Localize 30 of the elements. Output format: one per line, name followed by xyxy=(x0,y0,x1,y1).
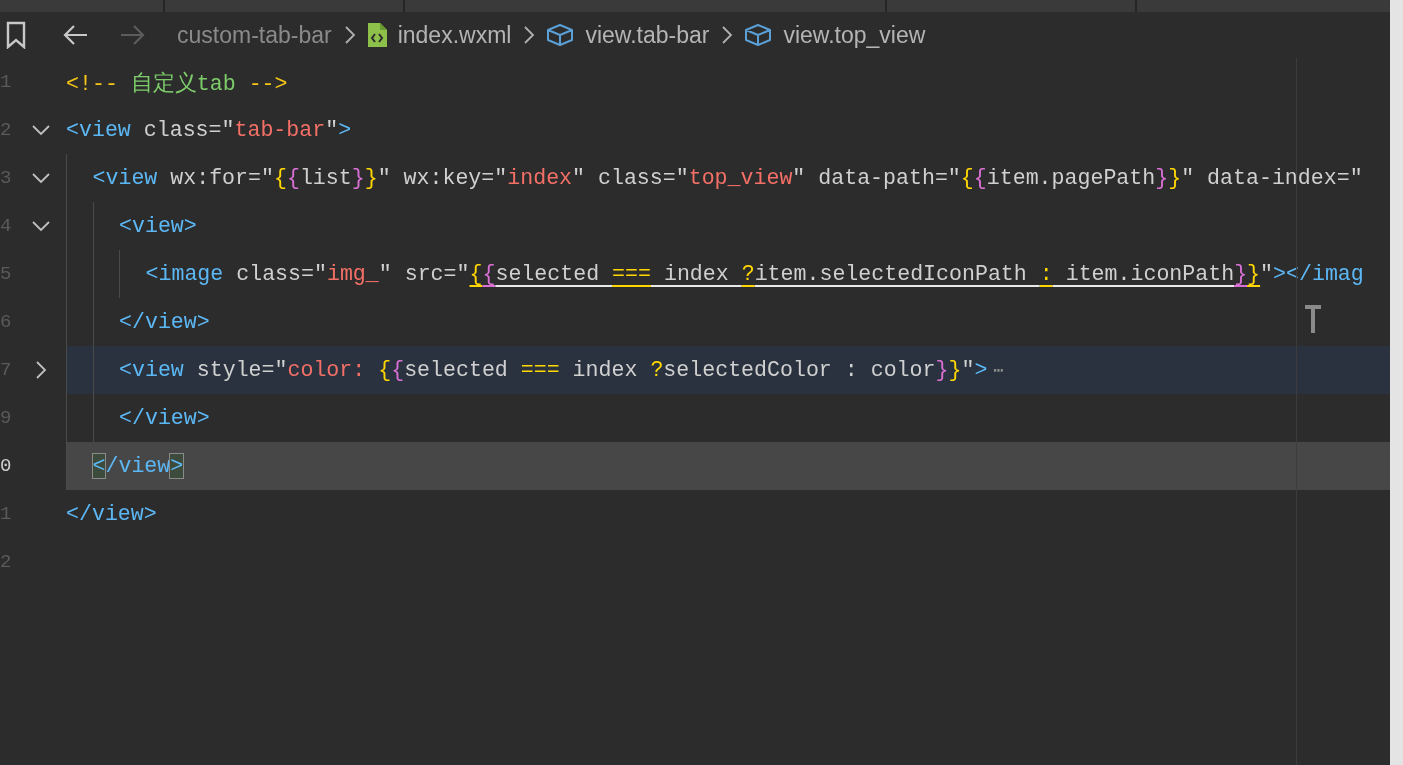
code-row[interactable]: <view> xyxy=(66,202,1390,250)
breadcrumb-item[interactable]: view.tab-bar xyxy=(545,21,710,49)
chevron-icon xyxy=(343,25,356,45)
code-line: </view> xyxy=(119,406,210,430)
breadcrumb-item[interactable]: view.top_view xyxy=(743,21,926,49)
line-number: 0 xyxy=(0,455,13,477)
cube-icon xyxy=(743,23,774,47)
code-line: <view style="color: {{selected === index ?selectedColor : color}}"> xyxy=(119,358,988,382)
code-line: <!-- 自定义tab --> xyxy=(66,70,288,97)
code-row[interactable]: <!-- 自定义tab --> xyxy=(66,58,1390,106)
code-row[interactable]: <view wx:for="{{list}}" wx:key="index" class="top_view" data-path="{{item.pagePath}}" data-index=" xyxy=(66,154,1390,202)
ruler-mark xyxy=(1305,305,1321,333)
fold-ellipsis[interactable]: ⋯ xyxy=(993,359,1005,381)
chevron-icon xyxy=(523,25,536,45)
code-line: <view wx:for="{{list}}" wx:key="index" class="top_view" data-path="{{item.pagePath}}" data-index=" xyxy=(92,166,1363,190)
code-line: <image class="img_" src="{{selected === index ?item.selectedIconPath : item.iconPath}}"></imag xyxy=(145,262,1364,286)
code-line: </view> xyxy=(119,310,210,334)
code-line: <view> xyxy=(119,214,197,238)
file-icon xyxy=(365,22,388,48)
code-line: <view class="tab-bar"> xyxy=(66,118,352,142)
chevron-icon xyxy=(721,25,734,45)
code-row[interactable]: <view style="color: {{selected === index ?selectedColor : color}}"> ⋯ xyxy=(66,346,1390,394)
code-row[interactable]: <image class="img_" src="{{selected === index ?item.selectedIconPath : item.iconPath}}"></imag xyxy=(66,250,1390,298)
code-line: </view> xyxy=(66,502,157,526)
cube-icon xyxy=(545,23,576,47)
breadcrumb-item[interactable]: index.wxml xyxy=(365,21,512,49)
code-row[interactable]: </view> xyxy=(66,490,1390,538)
code-row[interactable]: <view class="tab-bar"> xyxy=(66,106,1390,154)
breadcrumb-item[interactable]: custom-tab-bar xyxy=(177,21,332,49)
bookmark-icon[interactable] xyxy=(5,21,27,49)
